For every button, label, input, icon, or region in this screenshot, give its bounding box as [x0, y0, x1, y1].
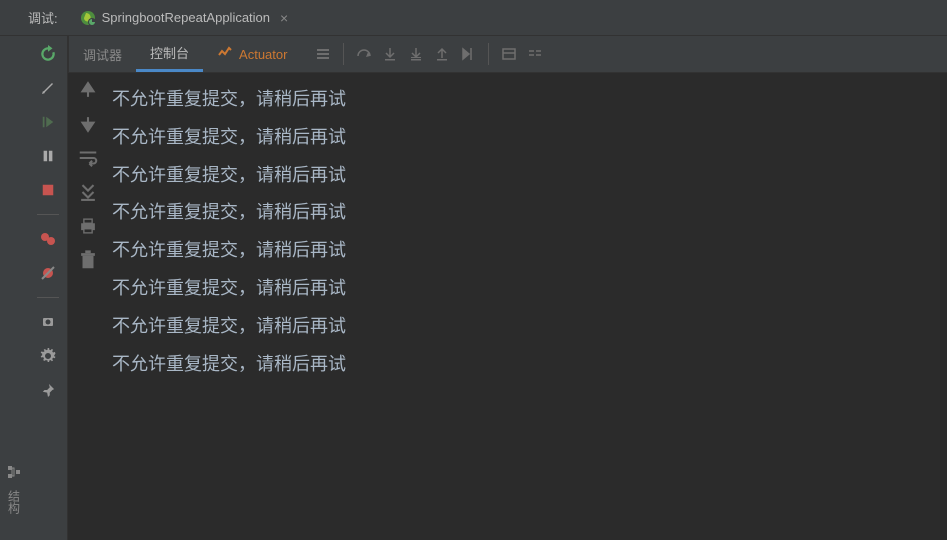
tab-actuator-label: Actuator — [239, 47, 287, 62]
console-line: 不允许重复提交，请稍后再试 — [112, 81, 943, 119]
print-button[interactable] — [77, 215, 99, 237]
separator — [37, 214, 59, 215]
close-icon[interactable]: × — [276, 10, 288, 26]
clear-button[interactable] — [77, 249, 99, 271]
settings-button[interactable] — [36, 76, 60, 100]
soft-wrap-button[interactable] — [77, 147, 99, 169]
run-to-cursor-button[interactable] — [456, 42, 480, 66]
structure-tab-label[interactable]: 结构 — [6, 484, 23, 520]
resume-button[interactable] — [36, 110, 60, 134]
actuator-icon — [217, 45, 233, 64]
scroll-to-end-button[interactable] — [77, 181, 99, 203]
console-line: 不允许重复提交，请稍后再试 — [112, 119, 943, 157]
debug-settings-button[interactable] — [36, 344, 60, 368]
view-breakpoints-button[interactable] — [36, 227, 60, 251]
run-config-name: SpringbootRepeatApplication — [102, 10, 270, 25]
scroll-down-icon[interactable] — [77, 113, 99, 135]
console-line: 不允许重复提交，请稍后再试 — [112, 270, 943, 308]
force-step-into-button[interactable] — [404, 42, 428, 66]
pin-button[interactable] — [36, 378, 60, 402]
console-output[interactable]: 不允许重复提交，请稍后再试不允许重复提交，请稍后再试不允许重复提交，请稍后再试不… — [108, 73, 947, 540]
debug-top-bar: 调试: SpringbootRepeatApplication × — [0, 0, 947, 36]
debug-sub-bar: 调试器 控制台 Actuator — [68, 36, 947, 73]
spring-run-icon — [80, 10, 96, 26]
separator — [488, 43, 489, 65]
console-line: 不允许重复提交，请稍后再试 — [112, 232, 943, 270]
mute-breakpoints-button[interactable] — [36, 261, 60, 285]
tab-console-label: 控制台 — [150, 43, 189, 62]
pause-button[interactable] — [36, 144, 60, 168]
tool-window-strip: 结构 — [0, 0, 28, 540]
tab-actuator[interactable]: Actuator — [203, 36, 301, 72]
scroll-up-icon[interactable] — [77, 79, 99, 101]
separator — [343, 43, 344, 65]
tab-console[interactable]: 控制台 — [136, 36, 203, 72]
debug-toolbar — [301, 36, 547, 72]
thread-dump-button[interactable] — [36, 310, 60, 334]
console-gutter — [68, 73, 108, 540]
structure-icon — [6, 464, 22, 480]
evaluate-expression-button[interactable] — [497, 42, 521, 66]
console-line: 不允许重复提交，请稍后再试 — [112, 157, 943, 195]
show-execution-point-button[interactable] — [311, 42, 335, 66]
console-line: 不允许重复提交，请稍后再试 — [112, 346, 943, 384]
stop-button[interactable] — [36, 178, 60, 202]
debug-label: 调试: — [0, 8, 68, 27]
step-over-button[interactable] — [352, 42, 376, 66]
debug-controls — [28, 36, 68, 540]
separator — [37, 297, 59, 298]
step-out-button[interactable] — [430, 42, 454, 66]
rerun-button[interactable] — [36, 42, 60, 66]
console-line: 不允许重复提交，请稍后再试 — [112, 308, 943, 346]
console-line: 不允许重复提交，请稍后再试 — [112, 194, 943, 232]
trace-button[interactable] — [523, 42, 547, 66]
tab-debugger[interactable]: 调试器 — [69, 36, 136, 72]
console-panel: 不允许重复提交，请稍后再试不允许重复提交，请稍后再试不允许重复提交，请稍后再试不… — [68, 73, 947, 540]
step-into-button[interactable] — [378, 42, 402, 66]
tab-debugger-label: 调试器 — [83, 45, 122, 64]
run-config-tab[interactable]: SpringbootRepeatApplication × — [68, 0, 301, 35]
